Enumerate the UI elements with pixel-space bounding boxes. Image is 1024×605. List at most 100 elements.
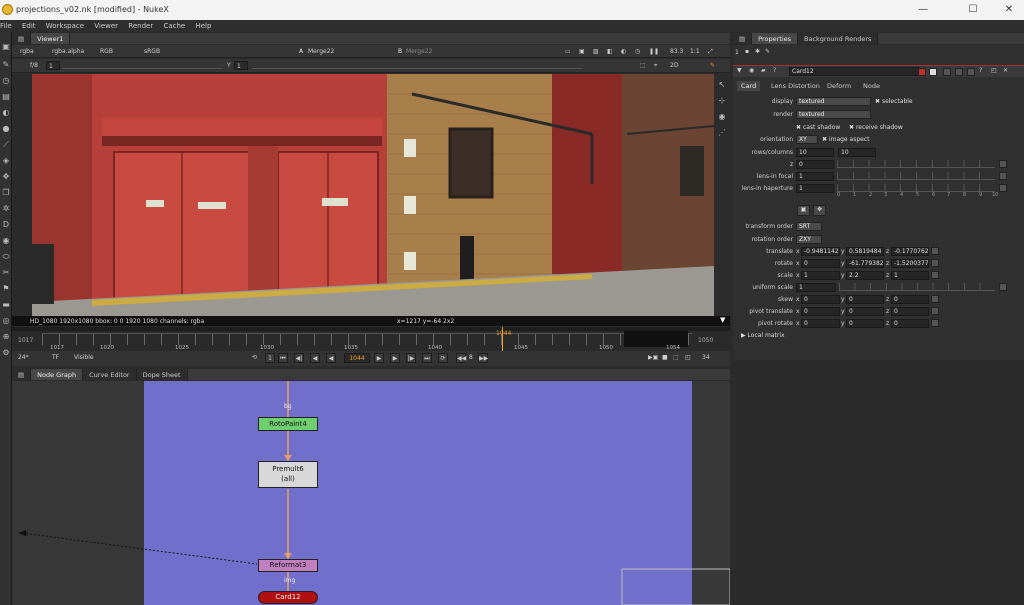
orientation-dropdown[interactable]: XY (796, 135, 818, 144)
toolsets-tool-icon[interactable]: ✂ (1, 268, 11, 278)
lens-focal-slider[interactable] (837, 172, 995, 180)
pivot-translate-animation-icon[interactable] (931, 307, 939, 315)
channels-dropdown[interactable]: rgba (20, 48, 34, 55)
translate-x-field[interactable]: -0.94811422 (801, 247, 840, 256)
step-size-field[interactable]: 8 (469, 354, 473, 361)
metadata-tool-icon[interactable]: ⬭ (1, 252, 11, 262)
mask-icon[interactable]: ▰ (761, 67, 766, 74)
viewer-icon[interactable]: ◉ (749, 67, 754, 74)
other-tool-icon[interactable]: ⚑ (1, 284, 11, 294)
zoom-dropdown[interactable]: 83.3 (670, 48, 683, 55)
furnace-tool-icon[interactable]: ▬ (1, 300, 11, 310)
fstop-field[interactable]: f/8 (30, 62, 38, 69)
input-b-dropdown[interactable]: Merge22 (406, 48, 432, 55)
menu-help[interactable]: Help (191, 20, 215, 32)
skip-forward-button[interactable]: ▶▶ (478, 353, 488, 363)
step-forward-button[interactable]: ▶ (390, 353, 400, 363)
minimize-button[interactable]: — (910, 3, 936, 17)
selectable-checkbox[interactable]: ✖ selectable (875, 98, 913, 105)
select-cursor-icon[interactable]: ↖ (717, 80, 727, 90)
pivot-rotate-x-field[interactable]: 0 (801, 319, 840, 328)
lens-haperture-slider[interactable] (837, 184, 995, 192)
clock-icon[interactable]: ◷ (635, 48, 640, 55)
z-animation-icon[interactable] (999, 160, 1007, 168)
visibility-dropdown[interactable]: Visible (74, 354, 94, 361)
roi-icon[interactable]: ▭ (565, 48, 571, 55)
display-dropdown[interactable]: textured (796, 97, 871, 106)
prev-keyframe-button[interactable]: ◀| (294, 353, 304, 363)
flipbook-icon[interactable]: ◰ (685, 354, 691, 361)
collapse-icon[interactable]: ▼ (737, 67, 742, 74)
lens-focal-field[interactable]: 1 (796, 172, 834, 181)
rotate-y-field[interactable]: -61.7793826 (846, 259, 884, 268)
lens-focal-animation-icon[interactable] (999, 172, 1007, 180)
frame-increment-button[interactable]: 1 (265, 353, 275, 363)
rotate-x-field[interactable]: 0 (801, 259, 840, 268)
lens-haperture-field[interactable]: 1 (796, 184, 834, 193)
loop-button[interactable]: ⟳ (438, 353, 448, 363)
undo-icon[interactable] (943, 68, 951, 76)
node-card12[interactable]: Card12 (258, 591, 318, 604)
step-back-button[interactable]: ◀ (310, 353, 320, 363)
cast-shadow-checkbox[interactable]: ✖ cast shadow (796, 124, 840, 131)
tab-node-graph[interactable]: Node Graph (31, 369, 84, 380)
clear-panels-icon[interactable]: ✎ (765, 48, 770, 55)
skew-animation-icon[interactable] (931, 295, 939, 303)
uniform-scale-field[interactable]: 1 (796, 283, 836, 292)
graph-menu-icon[interactable]: ▤ (12, 369, 32, 380)
overlay-icon[interactable]: ◧ (607, 48, 613, 55)
monitor-out-icon[interactable]: ▶▣ (648, 354, 658, 361)
rotation-order-dropdown[interactable]: ZXY (796, 235, 822, 244)
merge-tool-icon[interactable]: ◈ (1, 156, 11, 166)
timeline-start-field[interactable]: 1017 (18, 337, 33, 344)
rotate-z-field[interactable]: -1.52003779 (891, 259, 929, 268)
draw-tool-icon[interactable]: ✎ (1, 60, 11, 70)
gamma-field[interactable]: 1 (234, 61, 248, 70)
view-mode-dropdown[interactable]: 2D (670, 62, 678, 69)
channel-tool-icon[interactable]: ▤ (1, 92, 11, 102)
scale-animation-icon[interactable] (931, 271, 939, 279)
axis-transform-icon[interactable]: ▣ (797, 205, 810, 216)
gain-slider[interactable] (62, 61, 222, 69)
filter-tool-icon[interactable]: ● (1, 124, 11, 134)
transform-order-dropdown[interactable]: SRT (796, 222, 822, 231)
timeline[interactable]: 1017 1050 1017 1020 1025 1030 1035 1040 … (12, 327, 730, 351)
views-tool-icon[interactable]: ◉ (1, 236, 11, 246)
transform-tool-icon[interactable]: ✥ (1, 172, 11, 182)
menu-edit[interactable]: Edit (18, 20, 40, 32)
menu-render[interactable]: Render (124, 20, 157, 32)
tab-curve-editor[interactable]: Curve Editor (83, 369, 137, 380)
pivot-translate-y-field[interactable]: 0 (846, 307, 884, 316)
uniform-scale-slider[interactable] (839, 283, 995, 291)
menu-workspace[interactable]: Workspace (42, 20, 88, 32)
node-reformat3[interactable]: Reformat3 (258, 559, 318, 572)
tab-lens-distortion[interactable]: Lens Distortion (767, 81, 824, 91)
play-forward-button[interactable]: ▶ (374, 353, 384, 363)
vertex-select-icon[interactable]: ⋰ (717, 128, 727, 138)
node-name-field[interactable]: Card12 (789, 67, 919, 76)
zebra-icon[interactable]: ▨ (593, 48, 599, 55)
tile-color-icon[interactable] (918, 68, 926, 76)
expand-icon[interactable]: ⤢ (708, 48, 713, 56)
play-backward-button[interactable]: ◀ (326, 353, 336, 363)
stop-icon[interactable]: ■ (662, 354, 668, 361)
input-a-dropdown[interactable]: Merge22 (308, 48, 334, 55)
scale-x-field[interactable]: 1 (801, 271, 840, 280)
rows-field[interactable]: 10 (796, 148, 834, 157)
tab-viewer1[interactable]: Viewer1 (31, 33, 71, 44)
image-aspect-checkbox[interactable]: ✖ image aspect (822, 136, 870, 143)
skip-back-button[interactable]: ◀◀ (456, 353, 466, 363)
render-dropdown[interactable]: textured (796, 110, 871, 119)
help-button-icon[interactable]: ? (979, 67, 982, 74)
z-slider[interactable] (837, 160, 995, 168)
last-frame-button[interactable]: ⏭ (422, 353, 432, 363)
pivot-translate-x-field[interactable]: 0 (801, 307, 840, 316)
bounce-icon[interactable]: ⟲ (252, 354, 257, 361)
pivot-rotate-animation-icon[interactable] (931, 319, 939, 327)
ratio-dropdown[interactable]: 1:1 (690, 48, 700, 55)
pivot-translate-z-field[interactable]: 0 (891, 307, 929, 316)
gamma-slider[interactable] (252, 61, 582, 69)
menu-file[interactable]: File (0, 20, 16, 32)
tab-deform[interactable]: Deform (823, 81, 855, 91)
info-toggle-icon[interactable]: ▼ (720, 316, 725, 324)
